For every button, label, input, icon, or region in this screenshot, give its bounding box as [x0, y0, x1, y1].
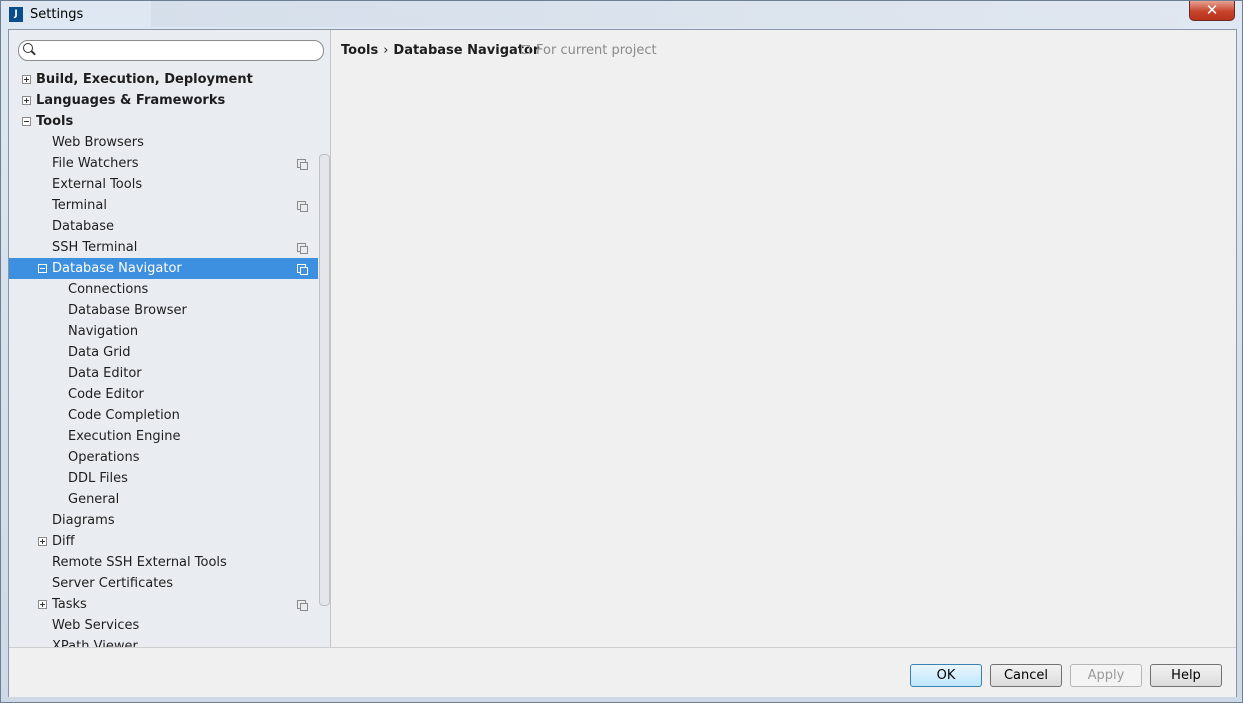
project-level-icon: [297, 600, 308, 611]
tree-item-label: Tasks: [52, 597, 87, 612]
tree-item-label: File Watchers: [52, 156, 139, 171]
tree-item[interactable]: Code Completion: [9, 405, 318, 426]
tree-item[interactable]: External Tools: [9, 174, 318, 195]
tree-item[interactable]: Remote SSH External Tools: [9, 552, 318, 573]
expand-icon[interactable]: [38, 600, 47, 609]
tree-item[interactable]: Server Certificates: [9, 573, 318, 594]
expand-icon[interactable]: [38, 537, 47, 546]
scope-label: For current project: [536, 43, 657, 58]
close-icon: ✕: [1205, 1, 1219, 19]
tree-item[interactable]: Data Grid: [9, 342, 318, 363]
tree-item-label: Data Grid: [68, 345, 131, 360]
breadcrumb-parent: Tools: [341, 43, 379, 58]
tree-item-label: Web Services: [52, 618, 140, 633]
tree-item[interactable]: Diagrams: [9, 510, 318, 531]
tree-item[interactable]: Execution Engine: [9, 426, 318, 447]
dialog-footer: OK Cancel Apply Help: [9, 647, 1236, 697]
tree-item-label: SSH Terminal: [52, 240, 138, 255]
close-button[interactable]: ✕: [1189, 1, 1235, 21]
tree-item-label: Database: [52, 219, 115, 234]
tree-item-label: Execution Engine: [68, 429, 181, 444]
project-level-icon: [297, 201, 308, 212]
intellij-app-icon: J: [9, 7, 23, 22]
collapse-icon[interactable]: [22, 117, 31, 126]
tree-item-label: Server Certificates: [52, 576, 174, 591]
tree-item-label: Code Completion: [68, 408, 180, 423]
tree-item-label: Web Browsers: [52, 135, 144, 150]
settings-tree: Build, Execution, Deployment Languages & …: [9, 69, 318, 647]
project-scope-icon: [521, 45, 530, 54]
tree-item[interactable]: Database Navigator: [9, 258, 318, 279]
tree-item[interactable]: Navigation: [9, 321, 318, 342]
project-level-icon: [297, 243, 308, 254]
tree-item[interactable]: Database Browser: [9, 300, 318, 321]
scope-indicator: For current project: [521, 43, 657, 58]
sidebar-scrollbar[interactable]: [319, 154, 330, 606]
tree-item[interactable]: Web Browsers: [9, 132, 318, 153]
window-title: Settings: [30, 7, 84, 22]
tree-item[interactable]: Diff: [9, 531, 318, 552]
help-button[interactable]: Help: [1150, 664, 1222, 687]
expand-icon[interactable]: [22, 96, 31, 105]
search-icon: [23, 43, 33, 53]
tree-item-label: XPath Viewer: [52, 639, 138, 647]
tree-item[interactable]: Data Editor: [9, 363, 318, 384]
tree-item[interactable]: Code Editor: [9, 384, 318, 405]
tree-item-label: Database Browser: [68, 303, 187, 318]
tree-item-label: Languages & Frameworks: [36, 93, 226, 108]
tree-item[interactable]: Connections: [9, 279, 318, 300]
ok-button[interactable]: OK: [910, 664, 982, 687]
tree-item[interactable]: Database: [9, 216, 318, 237]
tree-item-label: Diff: [52, 534, 75, 549]
tree-item[interactable]: Terminal: [9, 195, 318, 216]
title-bar[interactable]: J Settings ✕: [1, 1, 1242, 29]
tree-item-label: Navigation: [68, 324, 139, 339]
tree-item[interactable]: Build, Execution, Deployment: [9, 69, 318, 90]
collapse-icon[interactable]: [38, 264, 47, 273]
tree-item-label: Tools: [36, 114, 74, 129]
search-field[interactable]: [18, 40, 324, 62]
tree-item-label: Connections: [68, 282, 149, 297]
tree-item-label: Build, Execution, Deployment: [36, 72, 253, 87]
tree-item-label: Database Navigator: [52, 261, 182, 276]
breadcrumb-current: Database Navigator: [393, 43, 540, 58]
tree-item-label: Remote SSH External Tools: [52, 555, 227, 570]
tree-item[interactable]: Operations: [9, 447, 318, 468]
tree-item[interactable]: File Watchers: [9, 153, 318, 174]
tree-item-label: General: [68, 492, 120, 507]
tree-item[interactable]: Tasks: [9, 594, 318, 615]
tree-item-label: DDL Files: [68, 471, 128, 486]
search-input[interactable]: [39, 41, 323, 62]
tree-item[interactable]: General: [9, 489, 318, 510]
tree-item-label: Terminal: [52, 198, 107, 213]
tree-item[interactable]: DDL Files: [9, 468, 318, 489]
tree-item[interactable]: XPath Viewer: [9, 636, 318, 647]
tree-item-label: External Tools: [52, 177, 143, 192]
project-level-icon: [297, 264, 308, 275]
settings-window: J Settings ✕ Build, Execution, Deploymen…: [0, 0, 1243, 703]
cancel-button[interactable]: Cancel: [990, 664, 1062, 687]
apply-button[interactable]: Apply: [1070, 664, 1142, 687]
background-taskbar-strip: [151, 1, 1181, 27]
tree-item[interactable]: Languages & Frameworks: [9, 90, 318, 111]
project-level-icon: [297, 159, 308, 170]
breadcrumb-separator: ›: [383, 43, 389, 58]
tree-item[interactable]: Web Services: [9, 615, 318, 636]
settings-sidebar: Build, Execution, Deployment Languages & …: [9, 30, 331, 647]
tree-item-label: Operations: [68, 450, 140, 465]
tree-item[interactable]: SSH Terminal: [9, 237, 318, 258]
tree-item-label: Code Editor: [68, 387, 144, 402]
dialog-client-area: Build, Execution, Deployment Languages & …: [8, 29, 1237, 697]
settings-content-panel: Tools › Database Navigator For current pro…: [331, 30, 1236, 647]
breadcrumb: Tools › Database Navigator: [341, 43, 539, 58]
tree-item[interactable]: Tools: [9, 111, 318, 132]
expand-icon[interactable]: [22, 75, 31, 84]
tree-item-label: Diagrams: [52, 513, 115, 528]
tree-item-label: Data Editor: [68, 366, 142, 381]
